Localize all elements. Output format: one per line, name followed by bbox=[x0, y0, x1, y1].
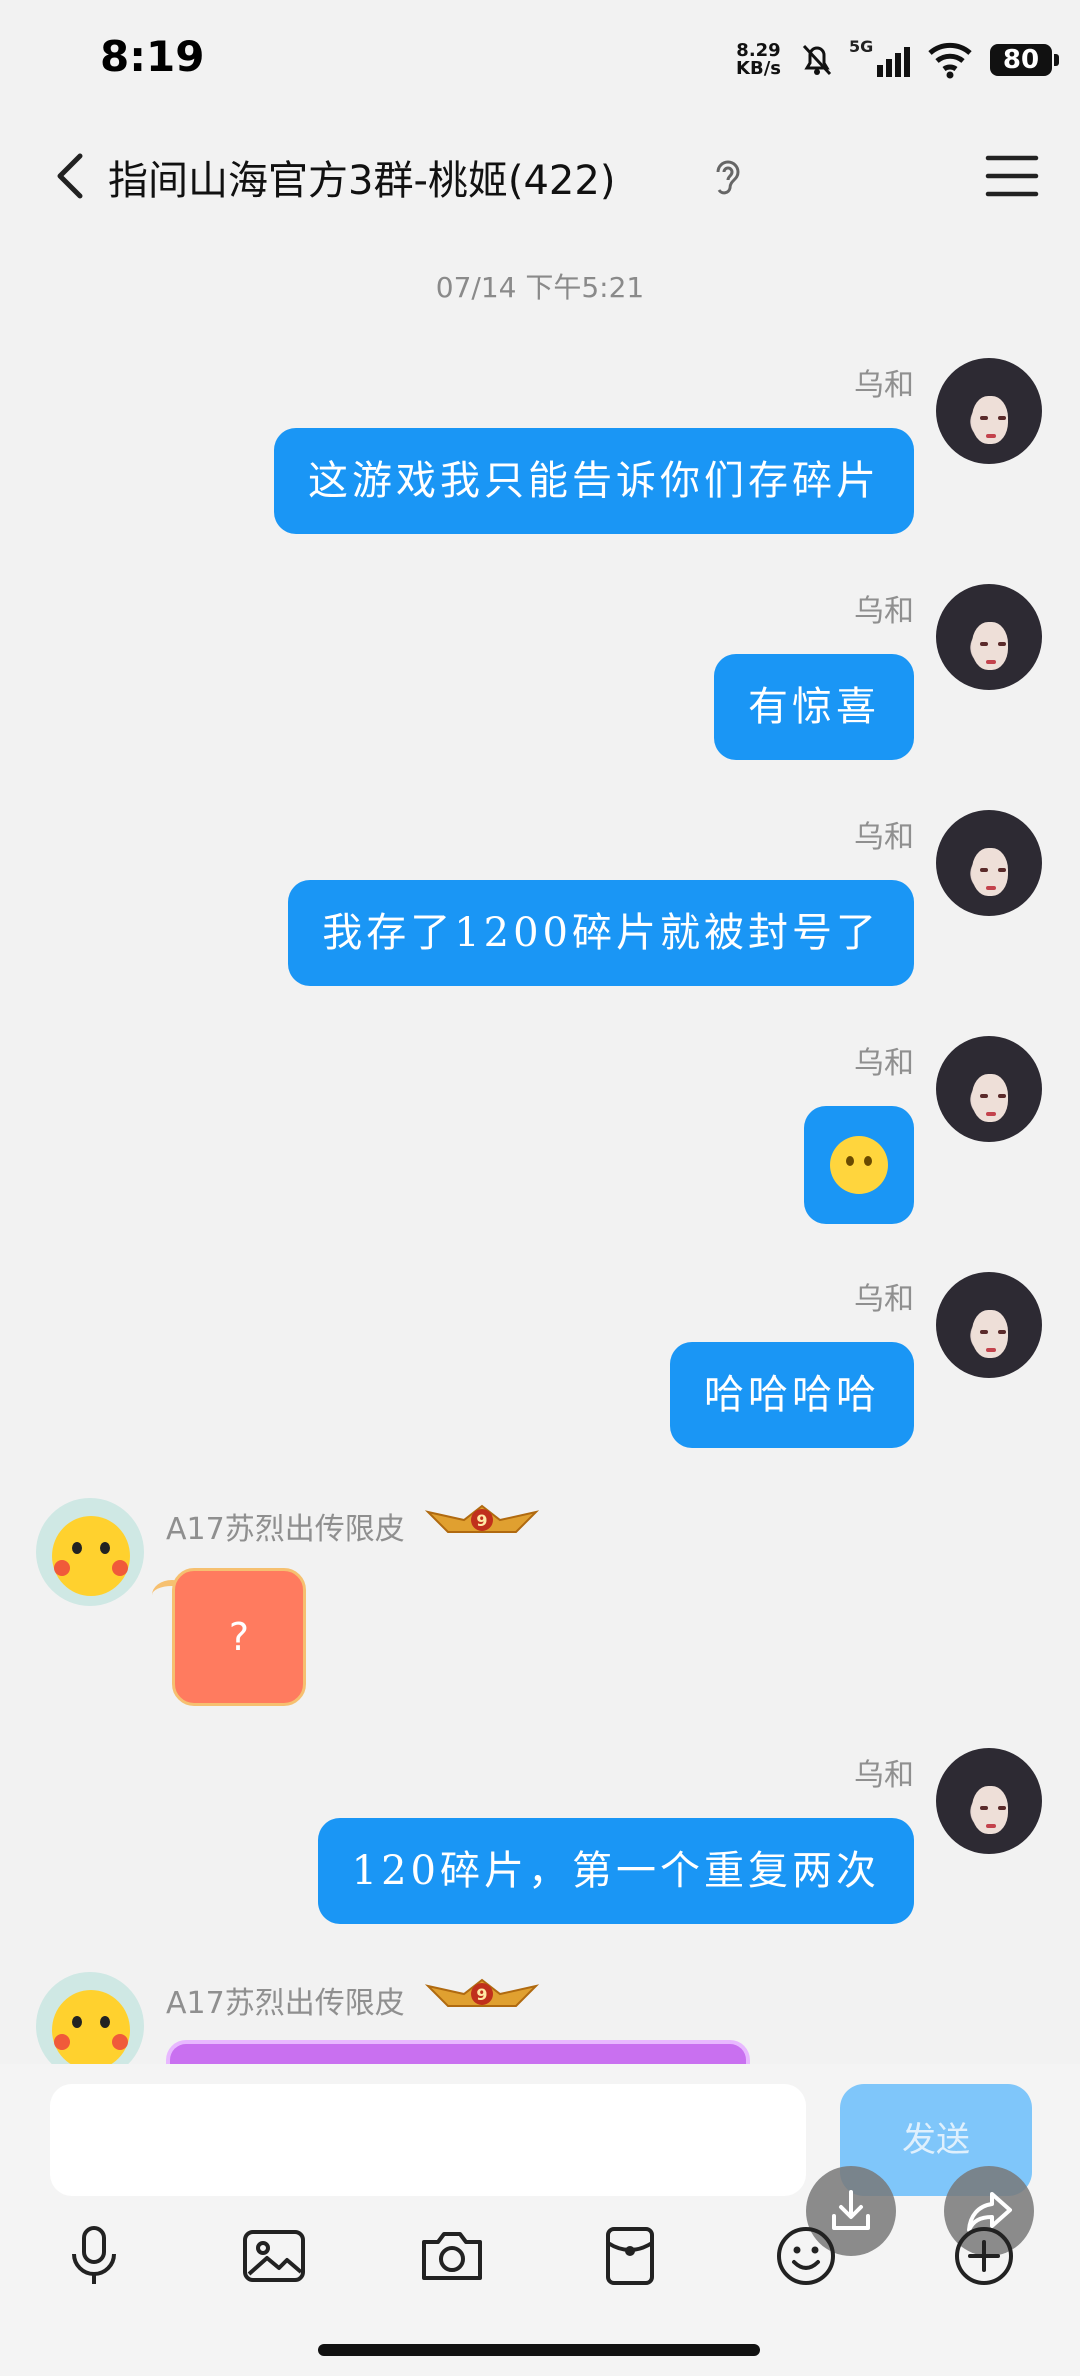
message-input[interactable] bbox=[50, 2084, 806, 2196]
message-bubble[interactable]: 这游戏我只能告诉你们存碎片 bbox=[274, 428, 914, 534]
sender-name: 乌和 bbox=[854, 820, 914, 855]
avatar[interactable] bbox=[936, 1036, 1042, 1142]
status-icons: 8.29 KB/s 5G 80 bbox=[736, 30, 1059, 90]
chat-header: 指间山海官方3群-桃姬(422) bbox=[0, 120, 1080, 232]
red-packet-button[interactable] bbox=[594, 2220, 666, 2292]
sender-name: A17苏烈出传限皮 bbox=[166, 1512, 405, 1547]
avatar[interactable] bbox=[936, 810, 1042, 916]
sender-name: A17苏烈出传限皮 bbox=[166, 1986, 405, 2021]
sender-name: 乌和 bbox=[854, 1046, 914, 1081]
avatar[interactable] bbox=[36, 1498, 144, 1606]
avatar[interactable] bbox=[936, 358, 1042, 464]
net-speed: 8.29 KB/s bbox=[736, 42, 781, 78]
message-bubble[interactable] bbox=[804, 1106, 914, 1224]
level-badge-icon: 9 bbox=[424, 1504, 540, 1533]
more-button[interactable] bbox=[948, 2220, 1020, 2292]
level-badge-icon: 9 bbox=[424, 1978, 540, 2007]
menu-icon[interactable] bbox=[984, 150, 1040, 202]
home-indicator[interactable] bbox=[318, 2344, 760, 2356]
message-bubble[interactable]: ? bbox=[172, 1568, 306, 1706]
composer-toolbar bbox=[0, 2206, 1080, 2316]
battery-indicator: 80 bbox=[990, 44, 1059, 76]
net-speed-unit: KB/s bbox=[736, 58, 781, 79]
smiley-icon bbox=[777, 2227, 835, 2285]
wifi-icon bbox=[928, 42, 972, 79]
status-time: 8:19 bbox=[100, 32, 205, 81]
bell-muted-icon bbox=[802, 44, 832, 76]
signal-type: 5G bbox=[849, 37, 874, 56]
microphone-icon bbox=[72, 2226, 116, 2284]
date-stamp: 07/14 下午5:21 bbox=[435, 271, 645, 304]
cellular-signal-icon: 5G bbox=[849, 37, 910, 77]
badge-level: 9 bbox=[476, 1985, 487, 2004]
sender-name: 乌和 bbox=[854, 368, 914, 403]
sender-name: 乌和 bbox=[854, 594, 914, 629]
back-arrow-icon[interactable] bbox=[40, 144, 104, 208]
camera-button[interactable] bbox=[416, 2220, 488, 2292]
status-bar: 8:19 8.29 KB/s 5G 80 bbox=[0, 0, 1080, 120]
voice-button[interactable] bbox=[58, 2220, 130, 2292]
message-bubble[interactable]: 120碎片，第一个重复两次 bbox=[317, 1818, 914, 1924]
avatar[interactable] bbox=[936, 1748, 1042, 1854]
sender-name: 乌和 bbox=[854, 1282, 914, 1317]
message-bubble[interactable]: 有惊喜 bbox=[714, 654, 914, 760]
red-envelope-icon bbox=[606, 2227, 654, 2285]
ear-icon[interactable] bbox=[710, 156, 746, 200]
cute-face-emoji-icon bbox=[830, 1136, 888, 1194]
avatar[interactable] bbox=[936, 584, 1042, 690]
image-icon bbox=[243, 2230, 305, 2282]
message-bubble[interactable]: 哈哈哈哈 bbox=[670, 1342, 914, 1448]
camera-icon bbox=[422, 2232, 482, 2280]
avatar[interactable] bbox=[936, 1272, 1042, 1378]
plus-circle-icon bbox=[955, 2227, 1013, 2285]
image-button[interactable] bbox=[238, 2220, 310, 2292]
emoji-button[interactable] bbox=[770, 2220, 842, 2292]
chat-title: 指间山海官方3群-桃姬(422) bbox=[108, 158, 616, 204]
badge-level: 9 bbox=[476, 1511, 487, 1530]
sender-name: 乌和 bbox=[854, 1758, 914, 1793]
message-bubble[interactable]: 我存了1200碎片就被封号了 bbox=[288, 880, 914, 986]
